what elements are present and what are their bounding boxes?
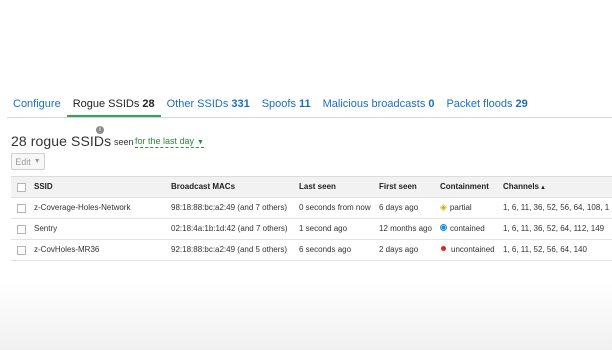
tab-bar: Configure Rogue SSIDs 28 Other SSIDs 331 S… — [7, 91, 612, 118]
column-header-channels[interactable]: Channels▲ — [503, 177, 546, 197]
first-seen-cell: 2 days ago — [379, 245, 419, 254]
tab-label: Malicious broadcasts — [322, 98, 426, 110]
ssid-cell[interactable]: z-Coverage-Holes-Network — [34, 198, 130, 218]
tab-count: 29 — [515, 98, 528, 110]
contained-status-icon — [440, 224, 447, 232]
containment-label: partial — [449, 203, 472, 212]
tab-configure[interactable]: Configure — [7, 98, 67, 117]
containment-cell: ◈ partial — [440, 198, 472, 218]
tab-count: 11 — [298, 98, 311, 110]
broadcast-macs-cell: 98:18:88:bc:a2:49 (and 7 others) — [171, 203, 288, 212]
tab-label: Spoofs — [261, 98, 296, 110]
page-title: 28 rogue SSIDs — [11, 133, 112, 149]
row-checkbox[interactable] — [17, 225, 26, 234]
last-seen-cell: 1 second ago — [299, 224, 348, 233]
table-header-row: SSID Broadcast MACs Last seen First seen… — [11, 177, 612, 198]
tab-rogue-ssids[interactable]: Rogue SSIDs 28 — [66, 98, 161, 117]
tab-count: 0 — [428, 98, 435, 110]
tab-label: Other SSIDs — [166, 98, 229, 110]
containment-label: uncontained — [451, 245, 495, 254]
column-header-containment[interactable]: Containment — [440, 177, 489, 197]
first-seen-cell: 6 days ago — [379, 203, 419, 212]
broadcast-macs-cell: 92:18:88:bc:a2:49 (and 5 others) — [171, 245, 288, 254]
select-all-checkbox[interactable] — [17, 183, 26, 192]
tab-malicious-broadcasts[interactable]: Malicious broadcasts 0 — [317, 98, 441, 117]
containment-label: contained — [450, 224, 485, 233]
ssid-cell[interactable]: Sentry — [34, 219, 57, 239]
column-header-last-seen[interactable]: Last seen — [299, 177, 336, 197]
ssid-cell[interactable]: z-CovHoles-MR36 — [34, 240, 99, 260]
column-header-first-seen[interactable]: First seen — [379, 177, 417, 197]
rogue-ssids-page: Configure Rogue SSIDs 28 Other SSIDs 331 S… — [0, 0, 612, 350]
table-row[interactable]: Sentry 02:18:4a:1b:1d:42 (and 7 others) … — [11, 219, 612, 240]
last-seen-cell: 0 seconds from now — [299, 203, 371, 212]
broadcast-macs-cell: 02:18:4a:1b:1d:42 (and 7 others) — [171, 224, 288, 233]
info-icon[interactable]: i — [96, 126, 104, 134]
partial-status-icon: ◈ — [440, 201, 447, 212]
column-header-broadcast-macs[interactable]: Broadcast MACs — [171, 177, 235, 197]
rogue-ssids-table: SSID Broadcast MACs Last seen First seen… — [11, 176, 612, 261]
caret-down-icon: ▼ — [197, 139, 204, 146]
containment-cell: contained — [440, 219, 485, 239]
row-checkbox[interactable] — [17, 246, 26, 255]
tab-label: Packet floods — [446, 98, 513, 110]
channels-cell: 1, 6, 11, 36, 52, 56, 64, 108, 1 — [503, 203, 610, 212]
first-seen-cell: 12 months ago — [379, 224, 432, 233]
sort-ascending-icon: ▲ — [540, 185, 546, 191]
tab-spoofs[interactable]: Spoofs 11 — [256, 98, 317, 117]
uncontained-status-icon — [441, 246, 446, 252]
last-seen-cell: 6 seconds ago — [299, 245, 352, 254]
tab-packet-floods[interactable]: Packet floods 29 — [440, 98, 533, 117]
table-row[interactable]: z-Coverage-Holes-Network 98:18:88:bc:a2:… — [11, 198, 612, 219]
time-range-value: for the last day — [135, 136, 195, 146]
edit-button[interactable]: Edit ▼ — [11, 153, 45, 170]
caret-down-icon: ▼ — [33, 158, 41, 165]
containment-cell: uncontained — [440, 240, 495, 260]
column-header-channels-label: Channels — [503, 182, 540, 191]
tab-label: Configure — [13, 98, 61, 110]
seen-label: seen — [114, 137, 134, 147]
tab-count: 28 — [142, 98, 155, 110]
tab-other-ssids[interactable]: Other SSIDs 331 — [161, 98, 256, 117]
column-header-ssid[interactable]: SSID — [34, 177, 53, 197]
channels-cell: 1, 6, 11, 52, 56, 64, 140 — [503, 245, 587, 254]
time-range-select[interactable]: for the last day ▼ — [135, 136, 204, 148]
tab-label: Rogue SSIDs — [72, 98, 140, 110]
tab-count: 331 — [231, 98, 250, 110]
edit-label: Edit — [15, 156, 31, 167]
row-checkbox[interactable] — [17, 204, 26, 213]
table-row[interactable]: z-CovHoles-MR36 92:18:88:bc:a2:49 (and 5… — [11, 240, 612, 261]
channels-cell: 1, 6, 11, 36, 52, 64, 112, 149 — [503, 224, 605, 233]
